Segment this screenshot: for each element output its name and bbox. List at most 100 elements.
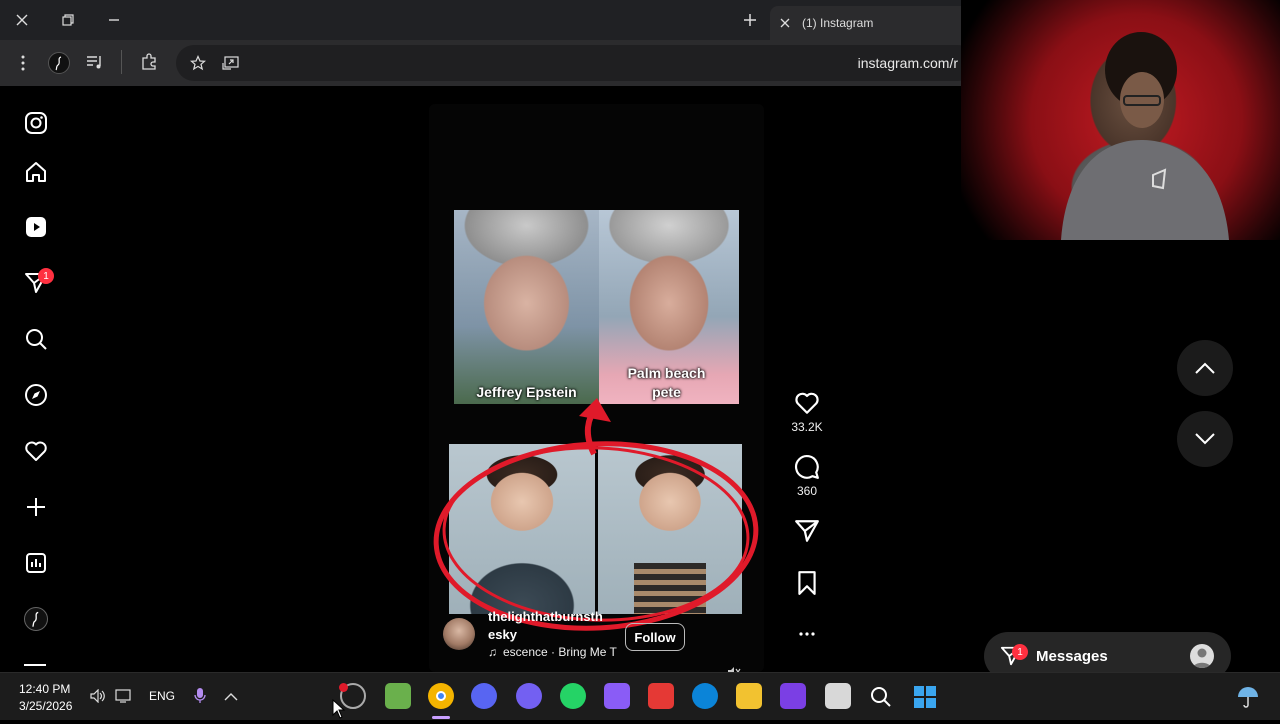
instagram-icon xyxy=(25,112,47,134)
taskbar-edge[interactable] xyxy=(692,683,718,709)
nav-profile[interactable] xyxy=(18,601,54,637)
comment-icon xyxy=(795,455,819,479)
active-app-indicator xyxy=(432,716,450,719)
taskbar-viber[interactable] xyxy=(516,683,542,709)
messages-badge: 1 xyxy=(1012,644,1028,660)
profile-avatar xyxy=(24,607,48,631)
show-hidden-icons-button[interactable] xyxy=(224,689,238,707)
clock-date: 3/25/2026 xyxy=(19,699,73,713)
nav-home[interactable] xyxy=(18,154,54,190)
bookmark-button[interactable] xyxy=(189,55,207,76)
plus-icon xyxy=(27,498,45,516)
messages-label: Messages xyxy=(1036,647,1108,665)
reel-video[interactable]: Jeffrey Epstein Palm beach pete thelight… xyxy=(429,104,764,672)
username-line-2: esky xyxy=(488,627,517,642)
language-indicator[interactable]: ENG xyxy=(149,689,175,703)
audio-track-label: escence · Bring Me T xyxy=(503,645,617,659)
chevron-down-icon xyxy=(1195,433,1215,445)
more-vertical-icon xyxy=(21,55,25,71)
like-action[interactable]: 33.2K xyxy=(789,390,825,434)
microphone-button[interactable] xyxy=(193,687,207,710)
cursor-icon xyxy=(332,698,346,719)
toolbar-divider xyxy=(121,50,122,74)
instagram-logo-button[interactable] xyxy=(18,105,54,141)
search-icon xyxy=(26,329,47,350)
address-bar[interactable]: instagram.com/r xyxy=(176,45,976,81)
clock[interactable]: 12:40 PM 3/25/2026 xyxy=(19,681,72,715)
close-tab-icon[interactable] xyxy=(780,18,790,28)
author-avatar[interactable] xyxy=(443,618,475,650)
more-options-action[interactable] xyxy=(789,626,825,642)
next-reel-button[interactable] xyxy=(1177,411,1233,467)
nav-dashboard[interactable] xyxy=(18,545,54,581)
start-button[interactable] xyxy=(913,685,937,714)
restore-window-button[interactable] xyxy=(46,0,90,40)
new-tab-button[interactable] xyxy=(742,12,758,28)
install-app-button[interactable] xyxy=(222,55,240,76)
avatar-icon xyxy=(32,611,39,628)
url-text: instagram.com/r xyxy=(857,55,958,71)
windows-icon xyxy=(914,686,936,708)
app-install-icon xyxy=(222,56,239,70)
heart-icon xyxy=(25,441,47,461)
puzzle-icon xyxy=(142,53,156,70)
chevron-up-icon xyxy=(224,693,238,701)
extensions-button[interactable] xyxy=(140,53,158,76)
audio-track[interactable]: ♫ escence · Bring Me T xyxy=(488,645,617,659)
home-icon xyxy=(26,162,46,182)
nav-notifications[interactable] xyxy=(18,433,54,469)
volume-button[interactable] xyxy=(90,688,106,708)
star-icon xyxy=(189,55,207,71)
plus-icon xyxy=(744,14,756,26)
user-icon xyxy=(1193,648,1211,668)
close-icon xyxy=(16,14,28,26)
chart-icon xyxy=(26,553,46,573)
nav-create[interactable] xyxy=(18,489,54,525)
comment-count: 360 xyxy=(796,484,818,498)
streamer-figure xyxy=(1061,32,1229,240)
share-action[interactable] xyxy=(789,518,825,544)
taskbar-chrome[interactable] xyxy=(428,683,454,709)
taskbar-task-view[interactable] xyxy=(825,683,851,709)
taskbar-anydesk[interactable] xyxy=(648,683,674,709)
mute-button[interactable] xyxy=(727,664,741,672)
previous-reel-button[interactable] xyxy=(1177,340,1233,396)
profile-avatar[interactable] xyxy=(48,52,70,74)
monitor-icon xyxy=(115,689,131,703)
heart-icon xyxy=(795,392,819,414)
taskbar-android-app[interactable] xyxy=(385,683,411,709)
music-note-icon: ♫ xyxy=(488,645,497,659)
bookmark-icon xyxy=(798,571,816,595)
menu-button[interactable] xyxy=(16,54,30,77)
taskbar-whatsapp[interactable] xyxy=(560,683,586,709)
microphone-icon xyxy=(194,688,206,703)
comment-action[interactable]: 360 xyxy=(789,454,825,498)
mouse-cursor xyxy=(332,698,346,724)
compass-icon xyxy=(25,384,47,406)
network-button[interactable] xyxy=(115,688,133,709)
photo-left-adult xyxy=(454,210,599,404)
nav-explore[interactable] xyxy=(18,377,54,413)
reels-icon xyxy=(26,217,46,237)
minimize-window-button[interactable] xyxy=(92,0,136,40)
tab-instagram[interactable]: (1) Instagram xyxy=(770,6,970,40)
more-menu-icon[interactable] xyxy=(24,664,46,666)
chrome-icon xyxy=(436,691,446,701)
reading-list-button[interactable] xyxy=(86,54,104,75)
save-action[interactable] xyxy=(789,570,825,596)
taskbar-file-explorer[interactable] xyxy=(736,683,762,709)
taskbar-discord[interactable] xyxy=(471,683,497,709)
taskbar-video-editor[interactable] xyxy=(780,683,806,709)
author-username[interactable]: thelighthatburnsth esky xyxy=(488,608,603,644)
red-circle-annotation xyxy=(433,398,759,631)
close-window-button[interactable] xyxy=(0,0,44,40)
minimize-icon xyxy=(109,19,119,21)
nav-reels[interactable] xyxy=(18,209,54,245)
weather-widget[interactable] xyxy=(1236,685,1260,714)
clock-time: 12:40 PM xyxy=(19,682,71,696)
like-count: 33.2K xyxy=(791,420,823,434)
follow-button[interactable]: Follow xyxy=(625,623,685,651)
nav-search[interactable] xyxy=(18,321,54,357)
taskbar-note-app[interactable] xyxy=(604,683,630,709)
taskbar-search[interactable] xyxy=(870,686,892,713)
